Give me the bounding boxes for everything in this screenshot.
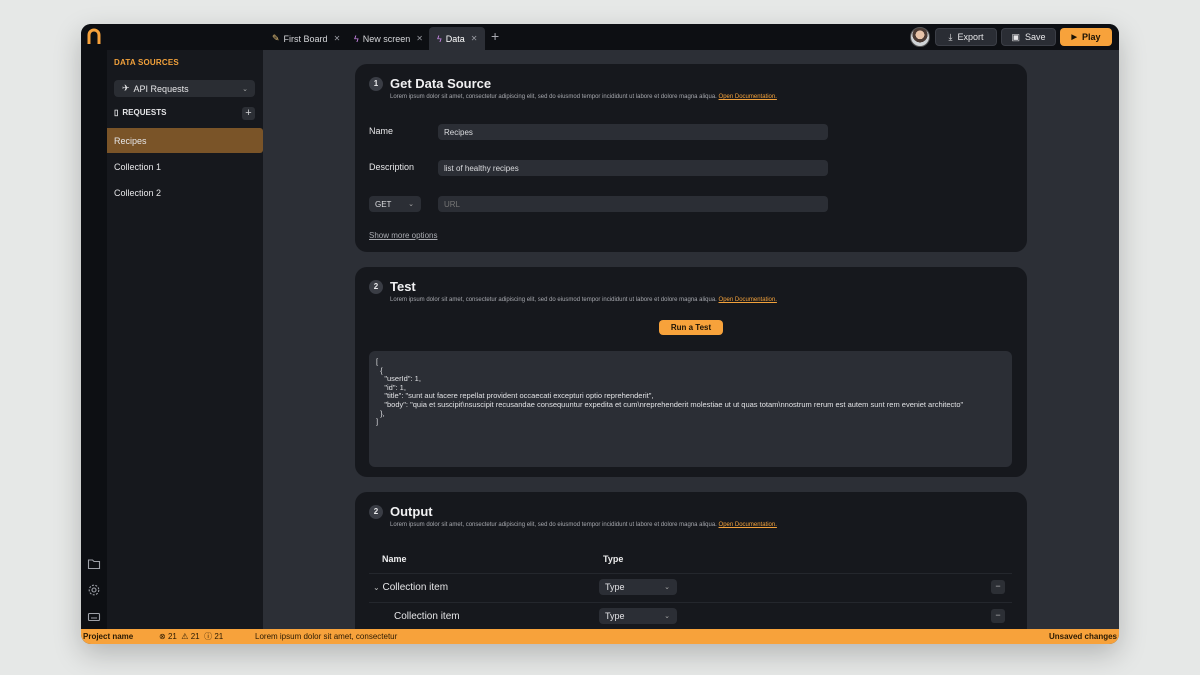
sidebar-title: DATA SOURCES [114,58,179,67]
get-data-source-card: 1 Get Data Source Lorem ipsum dolor sit … [355,64,1027,252]
play-button[interactable]: ▶ Play [1060,28,1112,46]
play-icon: ▶ [1071,34,1077,41]
unsaved-changes-indicator: Unsaved changes [1048,632,1117,641]
sidebar-item-collection-1[interactable]: Collection 1 [107,154,263,179]
sidebar: DATA SOURCES ✈ API Requests ⌄ ▯ REQUESTS… [107,50,263,629]
test-response: [ { "userId": 1, "id": 1, "title": "sunt… [369,351,1012,467]
tab-label: Data [445,33,465,44]
remove-button[interactable]: − [991,580,1005,594]
table-row[interactable]: ⌄ Collection item [373,582,448,593]
column-header-name: Name [382,554,407,564]
card-description: Lorem ipsum dolor sit amet, consectetur … [390,94,777,100]
tab-data[interactable]: ϟ Data ✕ [429,27,486,50]
documentation-link[interactable]: Open Documentation. [719,297,777,303]
card-title: Get Data Source [390,76,492,91]
card-title: Test [390,279,416,294]
export-button[interactable]: ⤓ Export [935,28,997,46]
close-icon[interactable]: ✕ [471,34,478,43]
avatar[interactable] [910,27,930,47]
description-label: Description [369,162,415,172]
tab-first-board[interactable]: ✎ First Board ✕ [264,27,348,50]
type-select[interactable]: Type ⌄ [599,608,677,624]
status-bar: Project name ⊗ 21 ⚠ 21 ⓘ 21 Lorem ipsum … [81,629,1119,644]
chevron-down-icon: ⌄ [664,613,670,620]
table-row[interactable]: Collection item [394,611,460,622]
add-tab-icon[interactable]: + [491,28,499,44]
remove-button[interactable]: − [991,609,1005,623]
description-field[interactable] [438,160,828,176]
tab-new-screen[interactable]: ϟ New screen ✕ [346,27,431,50]
documentation-link[interactable]: Open Documentation. [719,94,777,100]
project-name[interactable]: Project name [83,632,133,641]
main-content: 1 Get Data Source Lorem ipsum dolor sit … [263,50,1119,629]
app-window: ✎ First Board ✕ ϟ New screen ✕ ϟ Data ✕ … [81,24,1119,644]
card-header: 2 Output [369,504,433,519]
step-number: 2 [369,279,383,294]
chevron-down-icon: ⌄ [242,85,248,93]
column-header-type: Type [603,554,624,564]
floppy-icon: ▣ [1011,31,1020,42]
gear-icon[interactable] [87,583,101,597]
bolt-icon: ϟ [437,33,442,44]
bolt-icon: ϟ [354,33,359,44]
close-icon[interactable]: ✕ [416,34,423,43]
documentation-link[interactable]: Open Documentation. [719,522,777,528]
chevron-down-icon: ⌄ [408,201,414,208]
info-icon: ⓘ [201,632,213,641]
add-request-button[interactable]: + [242,107,255,120]
step-number: 2 [369,504,383,519]
sidebar-item-recipes[interactable]: Recipes [107,128,263,153]
close-icon[interactable]: ✕ [334,34,341,43]
source-select[interactable]: ✈ API Requests ⌄ [114,80,255,97]
card-header: 1 Get Data Source [369,76,491,91]
test-card: 2 Test Lorem ipsum dolor sit amet, conse… [355,267,1027,477]
keyboard-icon[interactable] [87,610,101,624]
tab-label: New screen [362,33,411,44]
type-select[interactable]: Type ⌄ [599,579,677,595]
api-icon: ✈ [122,83,130,93]
output-card: 2 Output Lorem ipsum dolor sit amet, con… [355,492,1027,629]
card-description: Lorem ipsum dolor sit amet, consectetur … [390,522,777,528]
problem-counts[interactable]: ⊗ 21 ⚠ 21 ⓘ 21 [159,631,223,642]
chevron-down-icon: ⌄ [664,584,670,591]
folder-icon[interactable] [87,557,101,571]
sidebar-item-collection-2[interactable]: Collection 2 [107,180,263,205]
status-message: Lorem ipsum dolor sit amet, consectetur [255,632,398,641]
app-logo-icon[interactable] [87,28,101,45]
divider [369,602,1012,603]
error-icon: ⊗ [159,632,166,641]
warning-icon: ⚠ [179,632,189,641]
card-title: Output [390,504,433,519]
card-header: 2 Test [369,279,416,294]
url-field[interactable] [438,196,828,212]
chevron-down-icon[interactable]: ⌄ [373,583,380,592]
run-test-button[interactable]: Run a Test [659,320,723,335]
document-icon: ▯ [114,108,119,117]
step-number: 1 [369,76,383,91]
save-button[interactable]: ▣ Save [1001,28,1056,46]
card-description: Lorem ipsum dolor sit amet, consectetur … [390,297,777,303]
divider [369,573,1012,574]
left-rail [81,50,107,629]
top-bar: ✎ First Board ✕ ϟ New screen ✕ ϟ Data ✕ … [81,24,1119,50]
show-more-options-link[interactable]: Show more options [369,231,437,240]
method-select[interactable]: GET ⌄ [369,196,421,212]
download-icon: ⤓ [948,31,953,42]
name-label: Name [369,126,394,136]
pen-icon: ✎ [272,33,280,43]
requests-header: ▯ REQUESTS [114,108,167,117]
name-field[interactable] [438,124,828,140]
tab-label: First Board [283,33,328,44]
